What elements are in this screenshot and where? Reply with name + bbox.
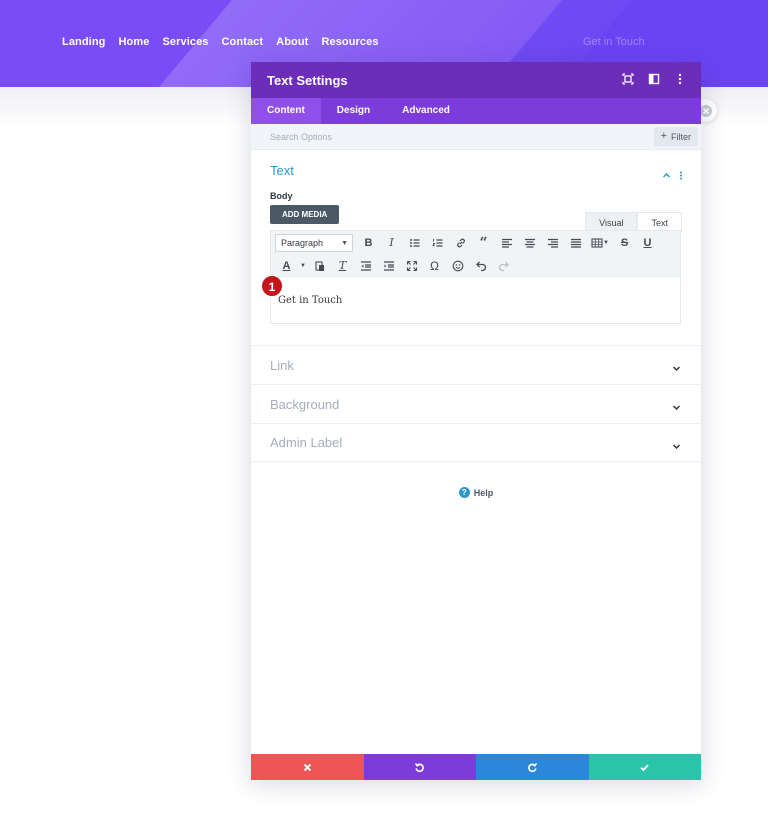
align-right-icon[interactable] [541, 233, 564, 252]
underline-icon[interactable]: U [636, 233, 659, 252]
step-number-badge: 1 [261, 275, 283, 297]
nav-link-services[interactable]: Services [162, 36, 208, 48]
text-settings-modal: Text Settings Content Design Advanced + … [251, 62, 701, 780]
align-left-icon[interactable] [495, 233, 518, 252]
outdent-icon[interactable] [354, 256, 377, 275]
blockquote-icon[interactable]: “ [472, 233, 495, 252]
discard-button[interactable] [251, 754, 364, 780]
redo-icon [527, 762, 537, 772]
discard-icon [303, 763, 311, 771]
modal-title: Text Settings [267, 72, 348, 88]
add-media-button[interactable]: ADD MEDIA [270, 205, 340, 224]
nav-link-about[interactable]: About [276, 36, 308, 48]
site-nav: Landing Home Services Contact About Reso… [62, 36, 392, 48]
search-row: + Filter [251, 124, 701, 150]
text-color-caret-icon[interactable]: ▼ [298, 256, 308, 275]
editor-content[interactable]: Get in Touch [278, 295, 342, 306]
text-color-icon[interactable]: A [275, 256, 298, 275]
align-justify-icon[interactable] [564, 233, 587, 252]
table-icon[interactable]: ▼ [587, 233, 613, 252]
link-icon[interactable] [449, 233, 472, 252]
modal-header[interactable]: Text Settings [251, 62, 701, 98]
help-label: Help [473, 487, 494, 498]
modal-footer [251, 754, 701, 780]
chevron-down-icon[interactable] [672, 399, 681, 417]
bullet-list-icon[interactable] [403, 233, 426, 252]
chevron-down-icon[interactable] [672, 360, 681, 378]
help-question-icon: ? [458, 487, 470, 498]
link-section-title: Link [270, 357, 294, 373]
split-view-icon[interactable] [647, 72, 661, 86]
search-options-input[interactable] [251, 124, 631, 149]
save-check-icon [640, 763, 649, 771]
indent-icon[interactable] [377, 256, 400, 275]
table-caret-icon: ▼ [603, 239, 609, 246]
text-section-title[interactable]: Text [270, 150, 682, 190]
special-character-icon[interactable]: Ω [423, 256, 446, 275]
align-center-icon[interactable] [518, 233, 541, 252]
filter-label: Filter [671, 131, 691, 142]
redo-edit-icon[interactable] [492, 256, 515, 275]
italic-icon[interactable]: I [380, 233, 403, 252]
chevron-up-icon[interactable] [662, 167, 671, 185]
dropdown-caret-icon: ▼ [341, 239, 348, 247]
background-section-title: Background [270, 396, 340, 412]
strikethrough-icon[interactable]: S [613, 233, 636, 252]
header-cta-text[interactable]: Get in Touch [583, 36, 645, 48]
nav-link-resources[interactable]: Resources [321, 36, 378, 48]
format-select-value: Paragraph [281, 237, 324, 248]
chevron-down-icon[interactable] [672, 438, 681, 456]
undo-icon [415, 762, 425, 772]
save-button[interactable] [588, 754, 701, 780]
section-more-icon[interactable] [679, 167, 683, 185]
body-label: Body [270, 191, 293, 201]
text-editor-area[interactable]: Get in Touch [270, 276, 681, 324]
fullscreen-icon[interactable] [400, 256, 423, 275]
plus-icon: + [660, 130, 667, 142]
link-section[interactable]: Link [251, 345, 701, 384]
nav-link-contact[interactable]: Contact [222, 36, 264, 48]
undo-edit-icon[interactable] [469, 256, 492, 275]
tab-design[interactable]: Design [321, 98, 386, 124]
tab-advanced[interactable]: Advanced [386, 98, 466, 124]
filter-button[interactable]: + Filter [653, 127, 698, 146]
admin-label-section-title: Admin Label [270, 435, 343, 450]
text-section: Text Body ADD MEDIA Visual Text Paragrap… [251, 150, 701, 324]
settings-tabs: Content Design Advanced [251, 98, 701, 124]
editor-toolbar: Paragraph ▼ B I “ ▼ S U A ▼ T Ω [270, 230, 681, 276]
help-button[interactable]: ? Help [458, 487, 494, 498]
help-link: ? Help [251, 482, 701, 500]
undo-button[interactable] [363, 754, 476, 780]
background-section[interactable]: Background [251, 384, 701, 423]
more-options-icon[interactable] [673, 72, 687, 86]
editor-tab-text[interactable]: Text [637, 212, 682, 232]
redo-button[interactable] [476, 754, 589, 780]
numbered-list-icon[interactable] [426, 233, 449, 252]
paste-text-icon[interactable] [308, 256, 331, 275]
tab-content[interactable]: Content [251, 98, 321, 124]
nav-link-landing[interactable]: Landing [62, 36, 105, 48]
paragraph-format-select[interactable]: Paragraph ▼ [275, 233, 353, 252]
emoji-icon[interactable] [446, 256, 469, 275]
editor-tab-visual[interactable]: Visual [585, 212, 638, 232]
nav-link-home[interactable]: Home [118, 36, 149, 48]
clear-formatting-icon[interactable]: T [331, 256, 354, 275]
expand-icon[interactable] [621, 72, 635, 86]
bold-icon[interactable]: B [357, 233, 380, 252]
admin-label-section[interactable]: Admin Label [251, 423, 701, 462]
